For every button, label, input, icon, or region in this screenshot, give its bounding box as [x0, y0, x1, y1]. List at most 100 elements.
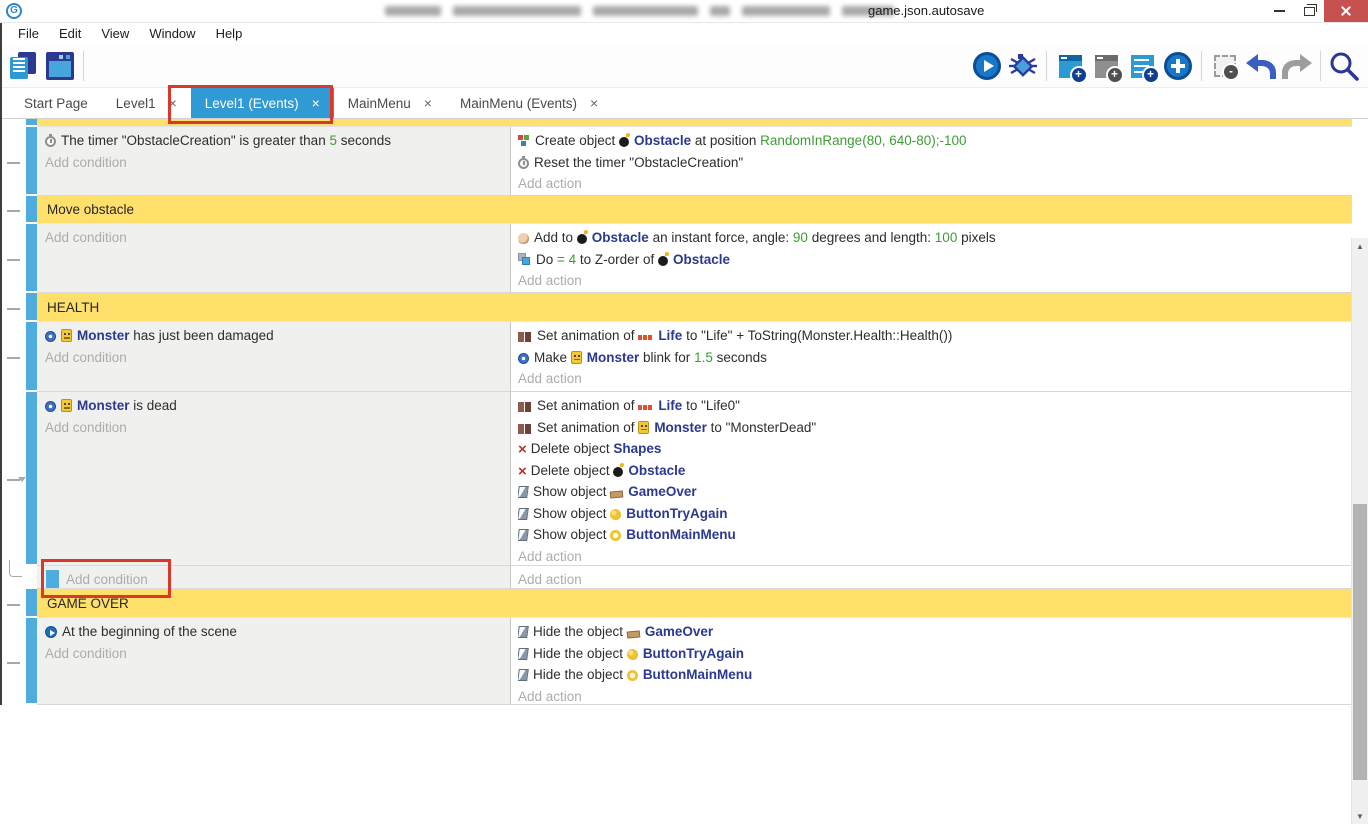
- scroll-down-arrow[interactable]: ▼: [1352, 808, 1368, 824]
- scroll-up-arrow[interactable]: ▲: [1352, 238, 1368, 254]
- add-action-button[interactable]: Add action: [518, 686, 1352, 706]
- tab-start-page[interactable]: Start Page: [10, 88, 102, 118]
- object-name: Obstacle: [673, 252, 730, 267]
- add-action-button[interactable]: Add action: [518, 368, 1352, 390]
- gutter-mark: [7, 210, 20, 212]
- add-event-button[interactable]: [1052, 47, 1088, 85]
- add-action-label: Add action: [518, 549, 582, 564]
- menu-item-edit[interactable]: Edit: [49, 23, 91, 45]
- action-text[interactable]: Set animation of Life to "Life0": [518, 395, 1352, 417]
- bug-icon: [1008, 51, 1038, 81]
- menu-item-window[interactable]: Window: [139, 23, 205, 45]
- comment-text[interactable]: HEALTH: [37, 293, 1352, 322]
- tab-close-icon[interactable]: ×: [590, 95, 598, 111]
- vertical-scrollbar[interactable]: ▲ ▼: [1351, 238, 1368, 824]
- tab-close-icon[interactable]: ×: [424, 95, 432, 111]
- anim-icon: [518, 424, 532, 434]
- tab-close-icon[interactable]: ×: [312, 95, 320, 111]
- add-action-button[interactable]: Add action: [518, 270, 1352, 292]
- project-manager-button[interactable]: [6, 47, 42, 85]
- action-text[interactable]: Hide the object ButtonTryAgain: [518, 643, 1352, 665]
- delete-selection-button[interactable]: [1207, 47, 1243, 85]
- add-new-button[interactable]: [1160, 47, 1196, 85]
- debug-button[interactable]: [1005, 47, 1041, 85]
- condition-text[interactable]: Monster has just been damaged: [45, 325, 510, 347]
- undo-button[interactable]: [1243, 47, 1279, 85]
- action-text[interactable]: Delete object Shapes: [518, 438, 1352, 460]
- object-name: Obstacle: [628, 463, 685, 478]
- condition-text[interactable]: Monster is dead: [45, 395, 510, 417]
- object-name: Monster: [77, 398, 130, 413]
- visibility-icon: [518, 486, 529, 498]
- add-condition-button[interactable]: Add condition: [45, 227, 510, 249]
- action-text[interactable]: Make Monster blink for 1.5 seconds: [518, 347, 1352, 369]
- action-text[interactable]: Set animation of Monster to "MonsterDead…: [518, 417, 1352, 439]
- text-segment: Set animation of: [537, 398, 638, 413]
- menu-item-file[interactable]: File: [8, 23, 49, 45]
- window-left-border: [0, 23, 2, 705]
- add-comment-icon: [1131, 55, 1154, 78]
- action-text[interactable]: Hide the object GameOver: [518, 621, 1352, 643]
- add-action-button[interactable]: Add action: [518, 173, 1352, 195]
- object-name: ButtonTryAgain: [643, 646, 744, 661]
- scene-begin-icon: [45, 626, 57, 638]
- action-text[interactable]: Delete object Obstacle: [518, 460, 1352, 482]
- add-condition-button[interactable]: Add condition: [45, 347, 510, 369]
- minimize-button[interactable]: [1264, 0, 1294, 22]
- window-title: game.json.autosave: [868, 3, 984, 18]
- add-condition-button[interactable]: Add condition: [45, 643, 510, 665]
- tab-level1-events-[interactable]: Level1 (Events)×: [191, 88, 334, 118]
- add-condition-button[interactable]: Add condition: [45, 569, 510, 589]
- condition-text[interactable]: The timer "ObstacleCreation" is greater …: [45, 130, 510, 152]
- action-text[interactable]: Show object GameOver: [518, 481, 1352, 503]
- gear-icon: [45, 331, 56, 342]
- add-condition-button[interactable]: Add condition: [45, 417, 510, 439]
- toolbar: [0, 45, 1368, 88]
- text-segment: Delete object: [531, 463, 614, 478]
- action-text[interactable]: Add to Obstacle an instant force, angle:…: [518, 227, 1352, 249]
- action-text[interactable]: Reset the timer "ObstacleCreation": [518, 152, 1352, 174]
- action-text[interactable]: Do = 4 to Z-order of Obstacle: [518, 249, 1352, 271]
- add-action-label: Add action: [518, 689, 582, 704]
- search-button[interactable]: [1326, 47, 1362, 85]
- action-text[interactable]: Show object ButtonMainMenu: [518, 524, 1352, 546]
- tab-close-icon[interactable]: ×: [169, 95, 177, 111]
- actions-cell: Add action: [511, 566, 1352, 589]
- title-bar: G game.json.autosave: [0, 0, 1368, 23]
- bomb-icon: [658, 256, 668, 266]
- restore-button[interactable]: [1294, 0, 1324, 22]
- monster-icon: [638, 421, 649, 434]
- action-text[interactable]: Set animation of Life to "Life" + ToStri…: [518, 325, 1352, 347]
- menu-item-help[interactable]: Help: [206, 23, 253, 45]
- add-condition-button[interactable]: Add condition: [45, 152, 510, 174]
- add-comment-button[interactable]: [1124, 47, 1160, 85]
- object-name: ButtonMainMenu: [626, 527, 735, 542]
- menu-item-view[interactable]: View: [91, 23, 139, 45]
- text-segment: = 4: [557, 252, 576, 267]
- scrollbar-thumb[interactable]: [1353, 504, 1367, 780]
- add-action-button[interactable]: Add action: [518, 569, 1352, 589]
- button-tryagain-icon: [610, 509, 621, 520]
- add-subevent-button[interactable]: [1088, 47, 1124, 85]
- condition-text[interactable]: At the beginning of the scene: [45, 621, 510, 643]
- event-highlight-bar: [26, 196, 37, 224]
- tab-level1[interactable]: Level1×: [102, 88, 191, 118]
- add-action-button[interactable]: Add action: [518, 546, 1352, 567]
- preview-button[interactable]: [969, 47, 1005, 85]
- action-text[interactable]: Hide the object ButtonMainMenu: [518, 664, 1352, 686]
- anim-icon: [518, 332, 532, 342]
- comment-text[interactable]: GAME OVER: [37, 589, 1352, 618]
- text-segment: pixels: [957, 230, 995, 245]
- tab-mainmenu[interactable]: MainMenu×: [334, 88, 446, 118]
- redo-button[interactable]: [1279, 47, 1315, 85]
- tab-mainmenu-events-[interactable]: MainMenu (Events)×: [446, 88, 612, 118]
- comment-text[interactable]: Move obstacle: [37, 196, 1352, 224]
- add-subevent-icon: [1095, 55, 1118, 78]
- scene-editor-button[interactable]: [42, 47, 78, 85]
- close-button[interactable]: [1324, 0, 1368, 22]
- action-text[interactable]: Create object Obstacle at position Rando…: [518, 130, 1352, 152]
- action-text[interactable]: Show object ButtonTryAgain: [518, 503, 1352, 525]
- text-segment: Show object: [533, 484, 610, 499]
- gutter-mark: [7, 604, 20, 606]
- text-segment: Reset the timer "ObstacleCreation": [534, 155, 743, 170]
